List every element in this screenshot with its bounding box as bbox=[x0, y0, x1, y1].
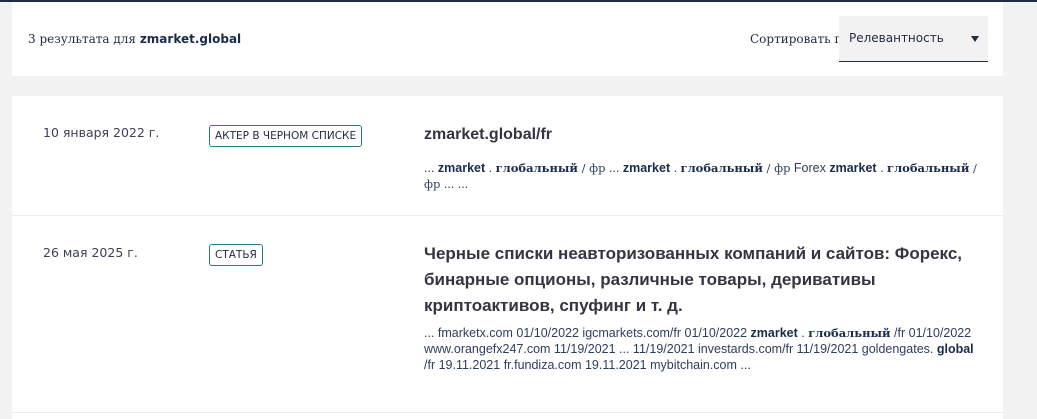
snippet-text: . bbox=[797, 326, 809, 340]
snippet-text: ... bbox=[605, 161, 623, 175]
results-toolbar: 3 результата для zmarket.global Сортиров… bbox=[12, 2, 1003, 76]
sort-dropdown[interactable]: Релевантность bbox=[839, 16, 988, 62]
snippet-highlight: глобальный bbox=[887, 161, 970, 175]
result-item: 10 января 2022 г. АКТЕР В ЧЕРНОМ СПИСКЕ … bbox=[12, 96, 1003, 216]
snippet-text: . bbox=[485, 161, 496, 175]
result-item: 26 мая 2025 г. СТАТЬЯ Черные списки неав… bbox=[12, 217, 1003, 413]
snippet-text: ... bbox=[424, 161, 438, 175]
snippet-text: . bbox=[670, 161, 681, 175]
result-title-link[interactable]: Черные списки неавторизованных компаний … bbox=[424, 241, 984, 319]
snippet-text: . bbox=[876, 161, 888, 175]
result-snippet: ... zmarket . глобальный / фр ... zmarke… bbox=[424, 160, 984, 192]
snippet-text: ... fmarketx.com 01/10/2022 igcmarkets.c… bbox=[424, 326, 751, 340]
snippet-highlight: global bbox=[936, 342, 974, 356]
snippet-text: / bbox=[762, 161, 775, 175]
snippet-text: фр bbox=[774, 161, 791, 175]
result-count-prefix: 3 результата для bbox=[28, 32, 136, 46]
result-count: 3 результата для zmarket.global bbox=[28, 32, 241, 46]
snippet-text: /fr 19.11.2021 fr.fundiza.com 19.11.2021… bbox=[424, 358, 751, 372]
result-snippet: ... fmarketx.com 01/10/2022 igcmarkets.c… bbox=[424, 325, 984, 373]
result-type-badge: АКТЕР В ЧЕРНОМ СПИСКЕ bbox=[209, 125, 363, 147]
snippet-highlight: глобальный bbox=[680, 161, 763, 175]
snippet-text: / bbox=[577, 161, 590, 175]
result-type-badge: СТАТЬЯ bbox=[209, 244, 263, 266]
snippet-text: / bbox=[969, 161, 977, 175]
snippet-text: ... ... bbox=[440, 177, 469, 191]
snippet-highlight: zmarket bbox=[437, 161, 486, 175]
results-list: 10 января 2022 г. АКТЕР В ЧЕРНОМ СПИСКЕ … bbox=[12, 96, 1003, 419]
result-date: 26 мая 2025 г. bbox=[43, 245, 138, 260]
snippet-highlight: глобальный bbox=[808, 326, 891, 340]
snippet-highlight: глобальный bbox=[495, 161, 578, 175]
snippet-text: фр bbox=[424, 177, 441, 191]
snippet-highlight: zmarket bbox=[750, 326, 798, 340]
snippet-text: Forex bbox=[790, 161, 830, 175]
result-date: 10 января 2022 г. bbox=[43, 125, 160, 140]
snippet-text: фр bbox=[589, 161, 606, 175]
snippet-highlight: zmarket bbox=[829, 161, 877, 175]
sort-dropdown-value: Релевантность bbox=[849, 31, 944, 45]
result-title-link[interactable]: zmarket.global/fr bbox=[424, 122, 984, 148]
snippet-highlight: zmarket bbox=[622, 161, 671, 175]
chevron-down-icon bbox=[971, 36, 979, 42]
search-query: zmarket.global bbox=[139, 32, 242, 46]
